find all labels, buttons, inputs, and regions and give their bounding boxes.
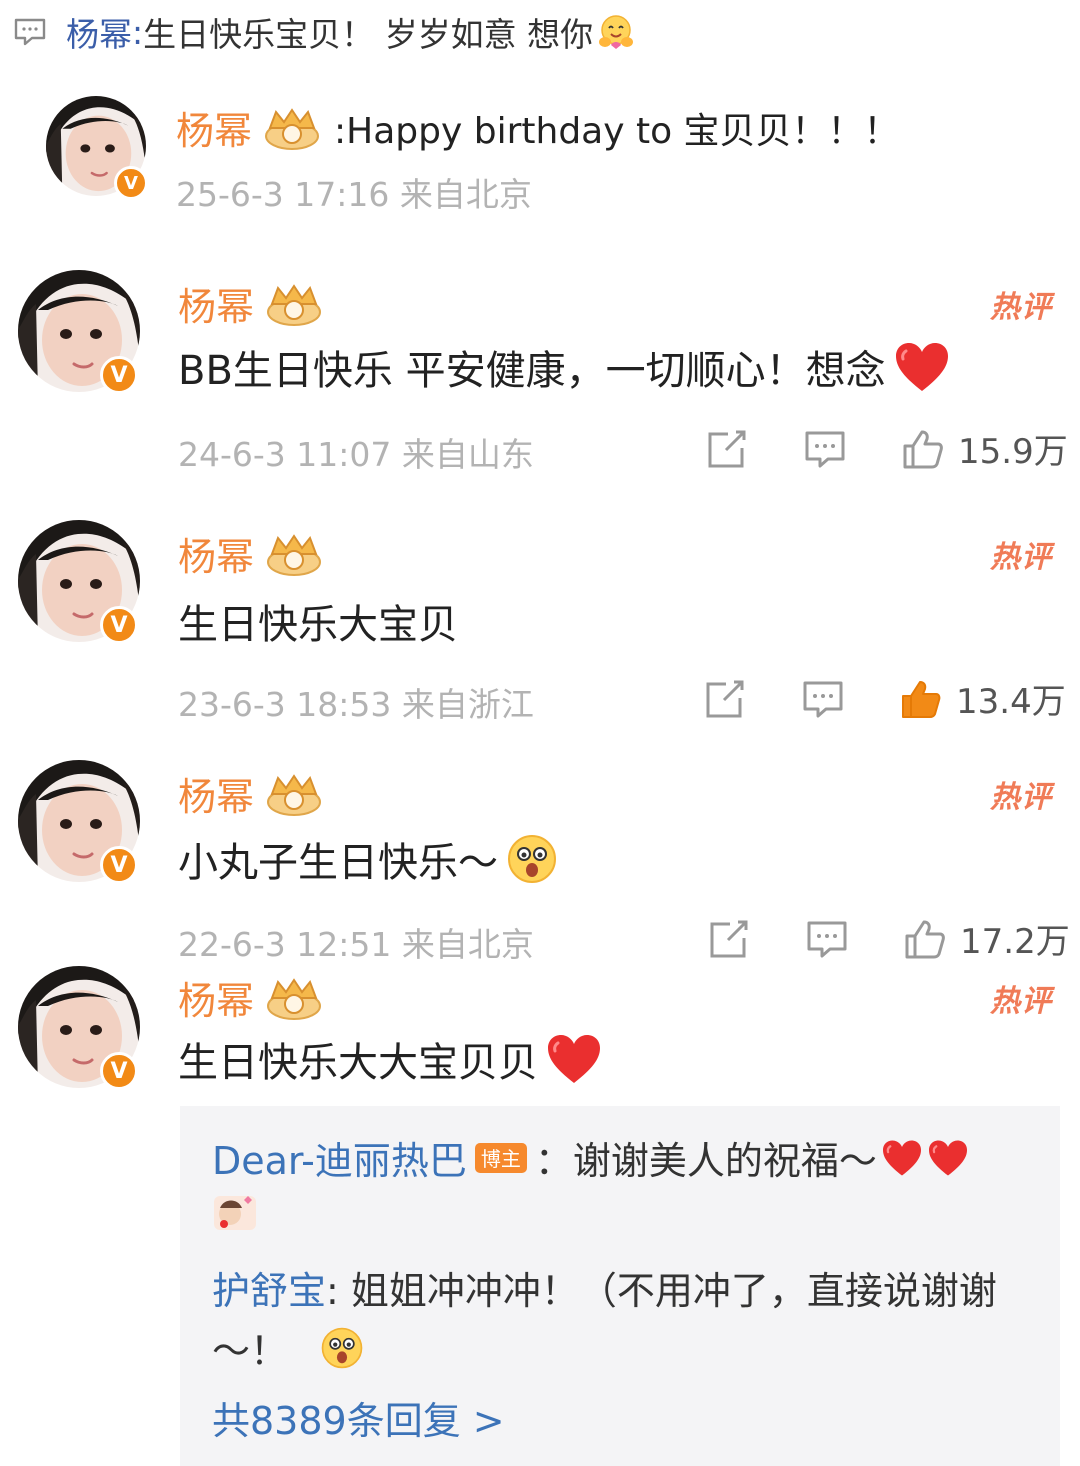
share-icon[interactable] — [704, 678, 746, 720]
red-heart-icon — [881, 1139, 923, 1177]
crown-level-icon — [264, 106, 320, 150]
commenter-name[interactable]: 杨幂 — [176, 100, 252, 155]
verified-badge: V — [114, 166, 148, 200]
reply-author[interactable]: Dear-迪丽热巴 — [212, 1130, 467, 1185]
comment-meta: 24-6-3 11:07 来自山东 — [178, 435, 534, 474]
crown-level-icon — [266, 976, 322, 1020]
like-count: 17.2万 — [960, 922, 1070, 962]
red-heart-icon — [894, 341, 950, 393]
shocked-face-icon — [506, 833, 558, 885]
quoted-separator: : — [132, 12, 144, 52]
comment-text: 生日快乐大宝贝 — [178, 602, 458, 648]
red-heart-icon — [546, 1033, 602, 1085]
like-icon[interactable] — [904, 918, 946, 960]
comment-1-header: 杨幂 — [178, 276, 322, 331]
comment-meta: 22-6-3 12:51 来自北京 — [178, 925, 534, 964]
share-icon[interactable] — [708, 918, 750, 960]
verified-badge: V — [100, 356, 138, 394]
comment-text-row: 小丸子生日快乐～ — [178, 830, 558, 888]
comment-meta: 23-6-3 18:53 来自浙江 — [178, 685, 534, 724]
quoted-text: 生日快乐宝贝！ 岁岁如意 想你 — [143, 15, 594, 54]
hug-emoji-icon — [599, 15, 634, 49]
reply-icon[interactable] — [802, 678, 844, 720]
comment-text-row: BB生日快乐 平安健康，一切顺心！想念 — [178, 338, 950, 396]
verified-badge: V — [100, 1052, 138, 1090]
reply-1[interactable]: Dear-迪丽热巴 博主 ：谢谢美人的祝福～ — [212, 1130, 969, 1185]
comment-0-header: 杨幂 :Happy birthday to 宝贝贝！！！ — [176, 100, 900, 155]
comment-3-header: 杨幂 — [178, 766, 322, 821]
reply-2[interactable]: 护舒宝 : 姐姐冲冲冲！（不用冲了，直接说谢谢 — [212, 1260, 997, 1315]
crying-laugh-icon — [320, 1326, 364, 1370]
comment-4-header: 杨幂 — [178, 970, 322, 1025]
commenter-name[interactable]: 杨幂 — [178, 276, 254, 331]
comment-2-header: 杨幂 — [178, 526, 322, 581]
comment-text-row: 生日快乐大大宝贝贝 — [178, 1030, 602, 1088]
hot-comment-badge: 热评 — [990, 984, 1052, 1019]
comment-actions: 17.2万 — [708, 914, 1070, 963]
commenter-name[interactable]: 杨幂 — [178, 766, 254, 821]
reply-text: : 姐姐冲冲冲！（不用冲了，直接说谢谢 — [326, 1269, 997, 1313]
commenter-name[interactable]: 杨幂 — [178, 526, 254, 581]
crown-level-icon — [266, 772, 322, 816]
crown-level-icon — [266, 282, 322, 326]
reply-icon[interactable] — [804, 428, 846, 470]
verified-badge: V — [100, 606, 138, 644]
red-heart-icon — [927, 1139, 969, 1177]
view-all-replies-link[interactable]: 共8389条回复 > — [212, 1390, 505, 1445]
like-count: 15.9万 — [958, 432, 1068, 472]
comment-text: 生日快乐大大宝贝贝 — [178, 1040, 538, 1086]
comment-text: :Happy birthday to 宝贝贝！！！ — [334, 110, 900, 152]
reply-icon[interactable] — [806, 918, 848, 960]
comment-actions: 13.4万 — [704, 674, 1066, 723]
reply-text: ：谢谢美人的祝福～ — [534, 1139, 877, 1183]
sticker-icon — [214, 1196, 256, 1230]
commenter-name[interactable]: 杨幂 — [178, 970, 254, 1025]
quoted-author[interactable]: 杨幂 — [66, 8, 132, 56]
hot-comment-badge: 热评 — [990, 540, 1052, 575]
liked-icon[interactable] — [900, 678, 942, 720]
crown-level-icon — [266, 532, 322, 576]
author-badge: 博主 — [474, 1142, 527, 1173]
reply-text-continued: ～！ — [212, 1329, 289, 1373]
quoted-post-line[interactable]: 杨幂 : 生日快乐宝贝！ 岁岁如意 想你 — [14, 10, 635, 54]
verified-badge: V — [100, 846, 138, 884]
comment-text: 小丸子生日快乐～ — [178, 840, 498, 886]
reply-author[interactable]: 护舒宝 — [212, 1260, 326, 1315]
comment-meta: 25-6-3 17:16 来自北京 — [176, 175, 532, 214]
reply-2-continued: ～！ — [212, 1320, 364, 1375]
comment-icon — [14, 18, 46, 46]
share-icon[interactable] — [706, 428, 748, 470]
like-icon[interactable] — [902, 428, 944, 470]
like-count: 13.4万 — [956, 682, 1066, 722]
hot-comment-badge: 热评 — [990, 780, 1052, 815]
hot-comment-badge: 热评 — [990, 290, 1052, 325]
comment-text: BB生日快乐 平安健康，一切顺心！想念 — [178, 348, 886, 394]
comment-actions: 15.9万 — [706, 424, 1068, 473]
